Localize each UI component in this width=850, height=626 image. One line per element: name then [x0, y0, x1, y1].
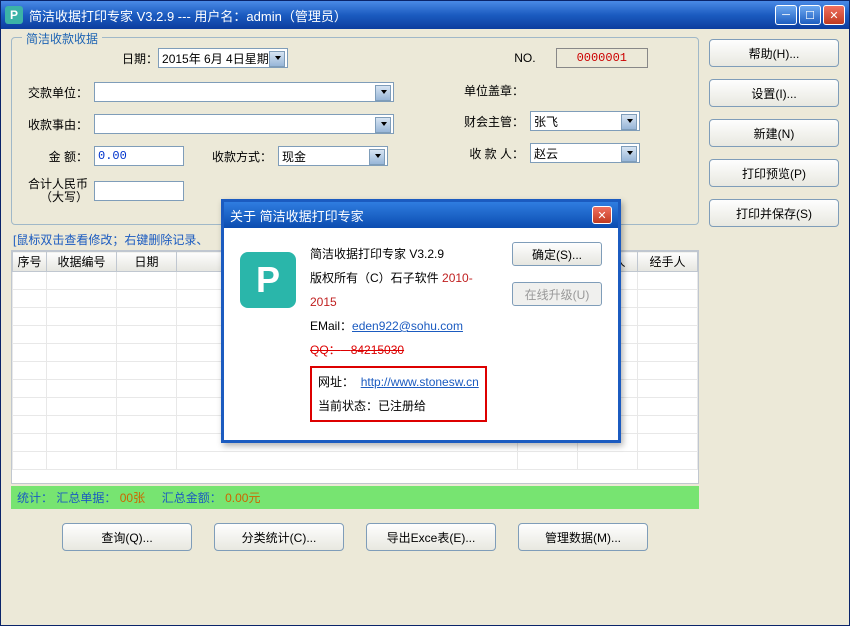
about-email: EMail：eden922@sohu.com: [310, 314, 498, 338]
manage-button[interactable]: 管理数据(M)...: [518, 523, 648, 551]
window-title: 简洁收据打印专家 V3.2.9 --- 用户名：admin（管理员）: [29, 6, 775, 25]
supervisor-label: 财会主管：: [458, 113, 530, 130]
export-button[interactable]: 导出Exce表(E)...: [366, 523, 496, 551]
email-link[interactable]: eden922@sohu.com: [352, 319, 463, 333]
about-status: 当前状态：已注册给: [318, 394, 479, 418]
date-label: 日期：: [122, 50, 158, 67]
table-row[interactable]: [13, 452, 698, 470]
amount-label: 金 额：: [22, 148, 94, 165]
stamp-label: 单位盖章：: [458, 82, 530, 99]
about-copyright: 版权所有（C）石子软件 2010-2015: [310, 266, 498, 314]
receipt-fieldset: 简洁收款收据 日期： 2015年 6月 4日星期 NO. 0000001: [11, 37, 699, 225]
about-dialog: 关于 简洁收据打印专家 ✕ P 简洁收据打印专家 V3.2.9 版权所有（C）石…: [221, 199, 621, 443]
supervisor-combo[interactable]: 张飞: [530, 111, 640, 131]
print-preview-button[interactable]: 打印预览(P): [709, 159, 839, 187]
amount-input[interactable]: [94, 146, 184, 166]
pay-method-combo[interactable]: 现金: [278, 146, 388, 166]
pay-method-label: 收款方式：: [212, 148, 278, 165]
col-handler[interactable]: 经手人: [638, 252, 698, 272]
ok-button[interactable]: 确定(S)...: [512, 242, 602, 266]
dialog-titlebar: 关于 简洁收据打印专家 ✕: [224, 202, 618, 228]
reason-label: 收款事由：: [22, 116, 94, 133]
help-button[interactable]: 帮助(H)...: [709, 39, 839, 67]
about-url: 网址： http://www.stonesw.cn: [318, 370, 479, 394]
close-button[interactable]: ✕: [823, 5, 845, 25]
payer-combo[interactable]: [94, 82, 394, 102]
reason-combo[interactable]: [94, 114, 394, 134]
dialog-close-button[interactable]: ✕: [592, 206, 612, 224]
classify-button[interactable]: 分类统计(C)...: [214, 523, 344, 551]
receipt-number: 0000001: [556, 48, 648, 68]
query-button[interactable]: 查询(Q)...: [62, 523, 192, 551]
status-bar: 统计： 汇总单据： 00张 汇总金额： 0.00元: [11, 486, 699, 509]
maximize-button[interactable]: ☐: [799, 5, 821, 25]
website-link[interactable]: http://www.stonesw.cn: [361, 375, 479, 389]
titlebar: P 简洁收据打印专家 V3.2.9 --- 用户名：admin（管理员） ─ ☐…: [1, 1, 849, 29]
date-picker[interactable]: 2015年 6月 4日星期: [158, 48, 288, 68]
about-qq: QQ： 84215030: [310, 338, 498, 362]
dialog-title: 关于 简洁收据打印专家: [230, 206, 364, 225]
total-cn-label: 合计人民币（大写）: [22, 178, 94, 204]
payer-label: 交款单位：: [22, 84, 94, 101]
main-window: P 简洁收据打印专家 V3.2.9 --- 用户名：admin（管理员） ─ ☐…: [0, 0, 850, 626]
col-date[interactable]: 日期: [117, 252, 177, 272]
col-receipt-no[interactable]: 收据编号: [47, 252, 117, 272]
new-button[interactable]: 新建(N): [709, 119, 839, 147]
no-label: NO.: [514, 51, 535, 65]
col-index[interactable]: 序号: [13, 252, 47, 272]
app-icon: P: [5, 6, 23, 24]
minimize-button[interactable]: ─: [775, 5, 797, 25]
collector-combo[interactable]: 赵云: [530, 143, 640, 163]
about-app-line: 简洁收据打印专家 V3.2.9: [310, 242, 498, 266]
total-cn-input[interactable]: [94, 181, 184, 201]
fieldset-legend: 简洁收款收据: [22, 30, 102, 47]
print-save-button[interactable]: 打印并保存(S): [709, 199, 839, 227]
settings-button[interactable]: 设置(I)...: [709, 79, 839, 107]
app-logo-icon: P: [240, 252, 296, 308]
collector-label: 收 款 人：: [458, 145, 530, 162]
upgrade-button[interactable]: 在线升级(U): [512, 282, 602, 306]
